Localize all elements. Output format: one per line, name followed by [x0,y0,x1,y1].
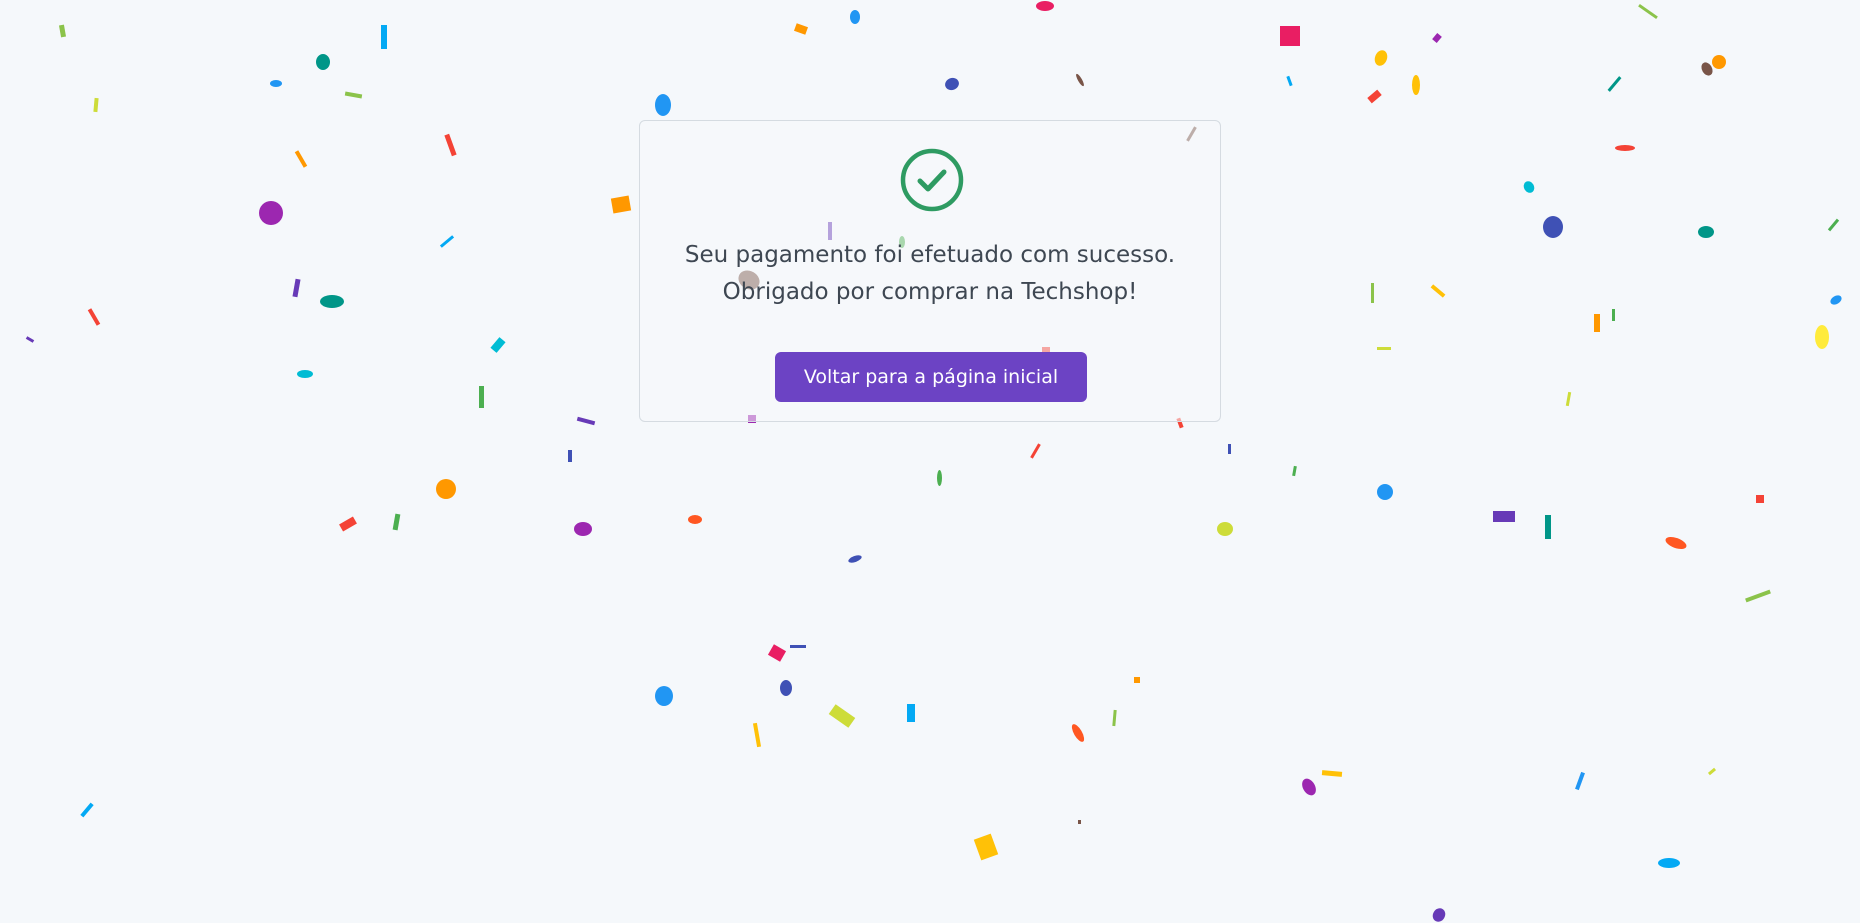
success-message: Seu pagamento foi efetuado com sucesso. … [640,237,1220,311]
confetti-piece [1756,495,1764,503]
confetti-piece [479,386,484,408]
confetti-piece [576,416,596,426]
confetti-piece [1612,309,1615,321]
confetti-piece [847,553,863,565]
confetti-piece [1745,589,1771,603]
confetti-piece [688,515,702,524]
confetti-piece [907,704,915,722]
confetti-piece [1827,218,1840,232]
confetti-piece [1430,905,1448,923]
confetti-piece [1815,325,1829,349]
confetti-piece [1377,484,1393,500]
confetti-piece [943,75,961,93]
confetti-piece [1543,216,1563,238]
back-to-home-button[interactable]: Voltar para a página inicial [775,352,1087,402]
confetti-piece [1217,522,1233,536]
check-circle-icon [900,148,964,212]
confetti-piece [1699,60,1715,78]
confetti-piece [850,10,860,24]
confetti-piece [439,235,455,248]
confetti-piece [292,278,301,298]
confetti-piece [767,644,787,662]
confetti-piece [1663,534,1689,552]
confetti-piece [58,24,67,38]
confetti-piece [790,645,806,648]
confetti-piece [1698,226,1714,238]
confetti-piece [320,295,344,308]
confetti-piece [297,370,313,378]
confetti-piece [93,97,99,113]
confetti-piece [1074,72,1086,88]
confetti-piece [1412,75,1420,95]
confetti-piece [1372,48,1390,68]
success-message-line-1: Seu pagamento foi efetuado com sucesso. [684,242,1176,268]
confetti-piece [444,133,457,157]
confetti-piece [1575,771,1585,791]
confetti-piece [436,479,456,499]
confetti-piece [1565,391,1572,407]
confetti-piece [1615,145,1635,151]
confetti-piece [1112,709,1117,727]
confetti-piece [1594,314,1600,332]
confetti-piece [1078,820,1081,824]
confetti-piece [1377,347,1391,350]
confetti-piece [1030,443,1041,459]
confetti-piece [655,686,673,706]
confetti-piece [937,470,942,486]
confetti-piece [973,833,999,861]
confetti-piece [316,54,330,70]
confetti-piece [80,802,94,818]
confetti-piece [1286,75,1293,87]
confetti-piece [1707,767,1717,776]
confetti-piece [1069,722,1087,744]
confetti-piece [259,201,283,225]
confetti-piece [1134,677,1140,683]
confetti-piece [1521,179,1537,195]
confetti-piece [339,516,357,532]
confetti-piece [1712,55,1726,69]
confetti-piece [574,522,592,536]
confetti-piece [655,94,671,116]
confetti-piece [1228,444,1231,454]
confetti-piece [294,150,308,168]
confetti-piece [392,513,401,531]
confetti-piece [1371,283,1374,303]
confetti-piece [1280,26,1300,46]
confetti-piece [793,23,809,35]
confetti-piece [87,308,101,326]
confetti-piece [1321,770,1343,777]
confetti-piece [381,25,387,49]
confetti-piece [490,337,506,353]
confetti-piece [270,80,282,87]
confetti-piece [1036,1,1054,11]
confetti-piece [25,336,35,343]
confetti-piece [1299,776,1319,798]
confetti-piece [344,91,363,99]
confetti-piece [1545,515,1551,539]
confetti-piece [828,704,856,728]
confetti-piece [1430,284,1446,298]
confetti-piece [752,722,762,748]
confetti-piece [1828,293,1844,307]
confetti-piece [1292,465,1297,477]
confetti-piece [1493,511,1515,522]
success-message-line-2: Obrigado por comprar na Techshop! [722,279,1138,305]
confetti-piece [780,680,792,696]
confetti-piece [1638,3,1658,20]
confetti-piece [610,195,632,214]
confetti-piece [1607,76,1622,92]
payment-success-card: Seu pagamento foi efetuado com sucesso. … [639,120,1221,422]
confetti-piece [568,450,572,462]
confetti-piece [1432,33,1442,43]
confetti-piece [1658,858,1680,868]
confetti-piece [1367,89,1382,104]
